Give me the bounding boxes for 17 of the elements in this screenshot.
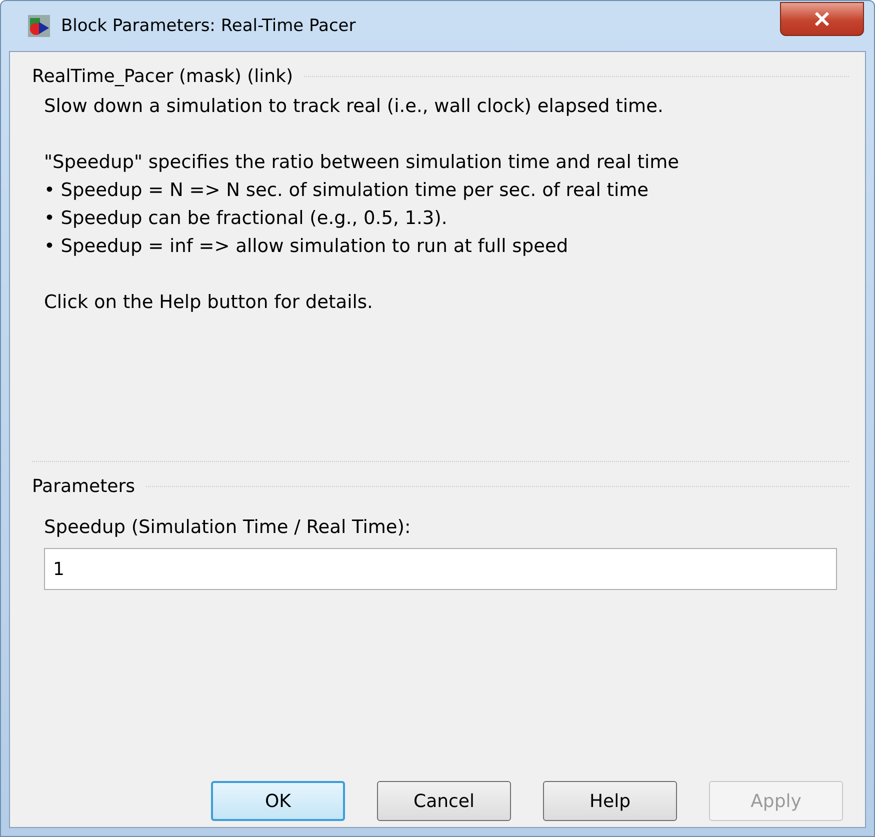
input-field[interactable]: 1 [44,548,837,590]
close-button[interactable] [780,2,864,36]
description-text: Slow down a simulation to track real (i.e., wall clock) elapsed time. [44,95,664,119]
description-text: "Speedup" specifies the ratio between simulation time and real time [44,151,680,175]
bullet-text: • Speedup can be fractional (e.g., 0.5, 1.3). [44,207,448,231]
bullet-text: • Speedup = N => N sec. of simulation time per sec. of real time [44,179,650,203]
window-title: Block Parameters: Real-Time Pacer [61,16,356,36]
dialog-button[interactable]: Cancel [377,781,511,821]
bullet-text: • Speedup = inf => allow simulation to run at full speed [44,235,570,259]
description-text: Click on the Help button for details. [44,291,374,315]
group-title: RealTime_Pacer (mask) (link) [32,66,294,87]
field-label: Speedup (Simulation Time / Real Time): [44,517,412,538]
group-title: Parameters [32,476,136,497]
close-icon [814,12,830,26]
app-icon [27,14,51,38]
dialog-button[interactable]: OK [211,781,345,821]
dialog-button[interactable]: Help [543,781,677,821]
